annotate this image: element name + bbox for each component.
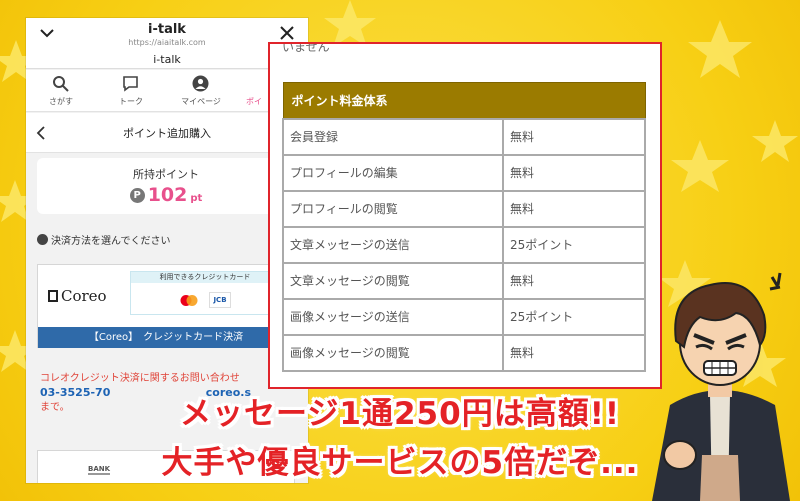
caption-line-2: 大手や優良サービスの5倍だぞ...	[161, 445, 639, 481]
caption-line-1: メッセージ1通250円は高額!!	[180, 396, 620, 432]
payment-heading: 決済方法を選んでください	[37, 232, 297, 248]
table-cell-item: プロフィールの閲覧	[282, 189, 504, 228]
points-row: P 102 pt	[37, 184, 295, 206]
search-icon	[53, 76, 69, 92]
table-header: ポイント料金体系	[282, 82, 646, 119]
table-cell-price: 無料	[502, 189, 646, 228]
page-header: ポイント追加購入	[26, 113, 308, 153]
site-subtitle: i-talk	[153, 53, 181, 66]
close-icon[interactable]	[278, 24, 296, 42]
points-card: 所持ポイント P 102 pt	[37, 158, 295, 214]
bottom-nav: さがす トーク マイページ ポイ	[26, 70, 308, 112]
coreo-payment-option[interactable]: Coreo 利用できるクレジットカード JCB 【Coreo】 クレジットカード…	[37, 264, 295, 348]
table-cell-price: 25ポイント	[502, 225, 646, 264]
table-cell-price: 無料	[502, 153, 646, 192]
nav-label: マイページ	[181, 97, 221, 106]
coreo-mark-icon	[48, 290, 58, 302]
coins-icon	[37, 234, 48, 245]
nav-label: トーク	[119, 97, 143, 106]
browser-header: i-talk https://aiaitalk.com i-talk	[26, 18, 308, 69]
credit-card-box: 利用できるクレジットカード JCB	[130, 271, 280, 315]
chat-icon	[123, 76, 138, 92]
table-row: プロフィールの編集 無料	[282, 153, 646, 192]
cut-text: いません	[282, 42, 330, 54]
anger-mark-icon	[769, 272, 782, 291]
points-value: 102	[147, 184, 188, 206]
points-price-table: ポイント料金体系 会員登録 無料 プロフィールの編集 無料 プロフィールの閲覧 無料 …	[282, 82, 646, 372]
table-row: 画像メッセージの送信 25ポイント	[282, 297, 646, 336]
table-cell-item: 画像メッセージの送信	[282, 297, 504, 336]
credit-card-title: 利用できるクレジットカード	[131, 272, 279, 283]
table-cell-item: 会員登録	[282, 117, 504, 156]
payment-heading-text: 決済方法を選んでください	[51, 236, 171, 247]
nav-item-talk[interactable]: トーク	[96, 70, 166, 112]
table-cell-price: 無料	[502, 333, 646, 372]
table-row: 画像メッセージの閲覧 無料	[282, 333, 646, 372]
table-cell-item: 画像メッセージの閲覧	[282, 333, 504, 372]
price-table-panel: いません ポイント料金体系 会員登録 無料 プロフィールの編集 無料 プロフィールの…	[268, 42, 662, 389]
table-row: 文章メッセージの閲覧 無料	[282, 261, 646, 300]
table-row: 文章メッセージの送信 25ポイント	[282, 225, 646, 264]
table-cell-item: プロフィールの編集	[282, 153, 504, 192]
table-cell-item: 文章メッセージの送信	[282, 225, 504, 264]
coreo-logo: Coreo	[48, 287, 107, 305]
jcb-icon: JCB	[209, 292, 231, 308]
nav-label: さがす	[49, 97, 73, 106]
table-row: 会員登録 無料	[282, 117, 646, 156]
table-row: プロフィールの閲覧 無料	[282, 189, 646, 228]
table-cell-item: 文章メッセージの閲覧	[282, 261, 504, 300]
table-cell-price: 無料	[502, 117, 646, 156]
coreo-credit-button[interactable]: 【Coreo】 クレジットカード決済	[38, 327, 294, 348]
points-coin-icon: P	[129, 188, 145, 203]
points-label: 所持ポイント	[133, 168, 199, 181]
app-title: i-talk	[148, 22, 186, 37]
table-cell-price: 無料	[502, 261, 646, 300]
user-icon	[192, 75, 209, 92]
page-url: https://aiaitalk.com	[128, 38, 206, 47]
page-title: ポイント追加購入	[123, 127, 211, 140]
mastercard-icon	[180, 295, 198, 306]
points-unit: pt	[190, 193, 203, 204]
nav-item-mypage[interactable]: マイページ	[166, 70, 236, 112]
table-cell-price: 25ポイント	[502, 297, 646, 336]
nav-item-search[interactable]: さがす	[26, 70, 96, 112]
